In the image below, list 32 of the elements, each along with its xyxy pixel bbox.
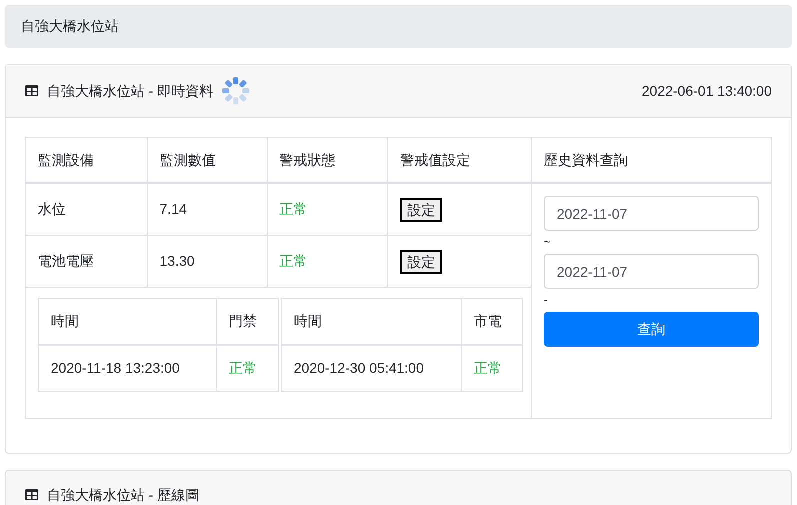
- query-button[interactable]: 查詢: [544, 312, 759, 347]
- status-cell: 正常: [268, 184, 388, 235]
- range-separator: ~: [544, 234, 552, 251]
- table-cell: 2020-12-30 05:41:00: [282, 346, 462, 391]
- table-cell: 2020-11-18 13:23:00: [39, 346, 217, 391]
- date-field[interactable]: 2022-11-07: [544, 196, 759, 231]
- status-cell-text: 正常: [228, 359, 258, 378]
- table-cell: 水位: [26, 184, 148, 235]
- separator-text: -: [544, 292, 548, 309]
- column-header: 門禁: [228, 312, 258, 331]
- breadcrumb-item[interactable]: 自強大橋水位站: [21, 16, 119, 37]
- column-header: 時間: [39, 299, 217, 344]
- status-cell: 正常: [268, 236, 388, 287]
- card-title: 自強大橋水位站 - 即時資料: [47, 82, 214, 100]
- column-header: 市電: [473, 312, 503, 331]
- table-cell: 電池電壓: [26, 236, 148, 287]
- column-header: 警戒狀態: [268, 138, 388, 182]
- column-header: 監測設備: [26, 138, 148, 182]
- card-title: 自強大橋水位站 - 歷線圖: [47, 486, 200, 504]
- settings-button[interactable]: 設定: [400, 198, 442, 222]
- column-header: 歷史資料查詢: [532, 138, 771, 184]
- column-header: 監測數值: [148, 138, 268, 182]
- column-header: 時間: [282, 299, 462, 344]
- status-cell-text: 正常: [473, 359, 503, 378]
- table-icon: [25, 489, 39, 501]
- column-header: 警戒值設定: [399, 150, 472, 170]
- date-field[interactable]: 2022-11-07: [544, 254, 759, 289]
- table-cell: 7.14: [148, 184, 268, 235]
- table-cell: 13.30: [148, 236, 268, 287]
- timestamp: 2022-06-01 13:40:00: [642, 82, 772, 100]
- table-icon: [25, 85, 39, 97]
- settings-button[interactable]: 設定: [400, 250, 442, 274]
